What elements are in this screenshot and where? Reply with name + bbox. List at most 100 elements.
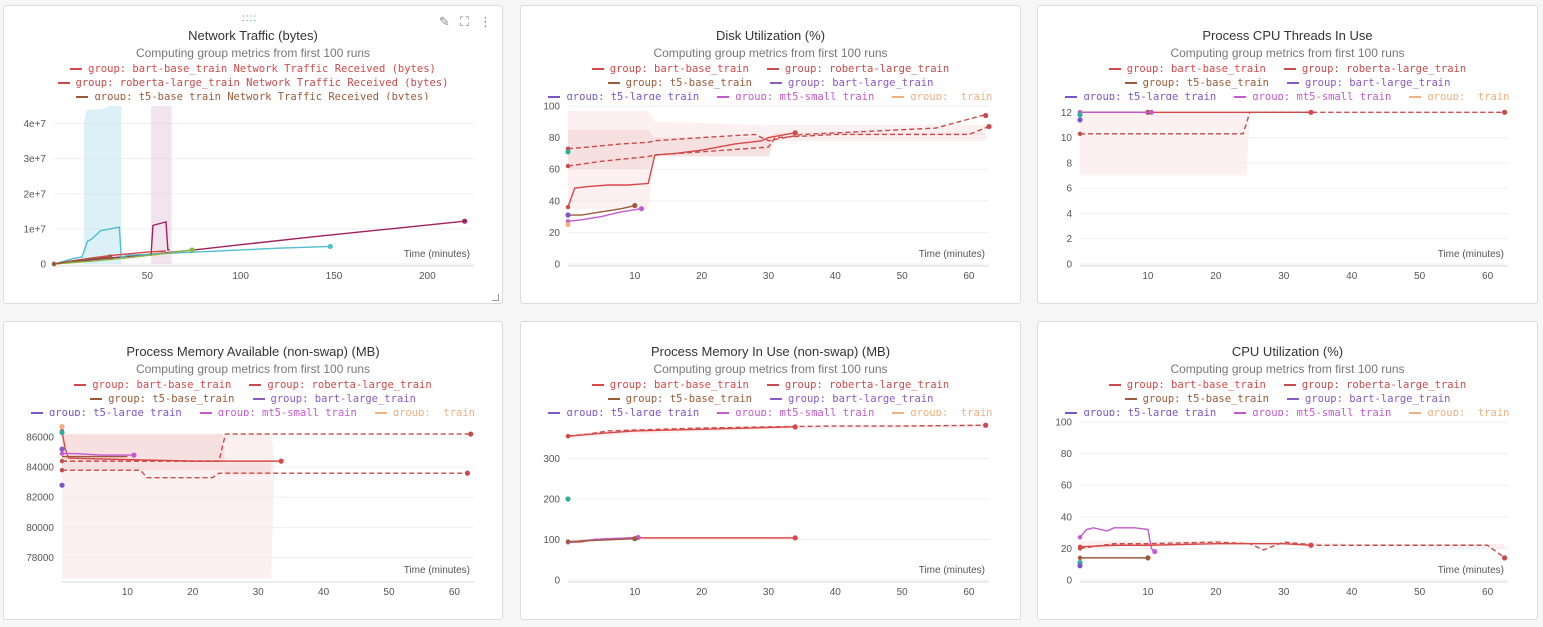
series-end-point [107, 254, 113, 260]
y-tick-label: 100 [543, 102, 560, 113]
y-tick-label: 4e+7 [23, 119, 46, 130]
resize-handle-icon[interactable] [492, 294, 499, 301]
x-tick-label: 10 [1142, 587, 1154, 598]
series-end-point [59, 446, 65, 452]
chart-svg[interactable]: 0 100 200 300 10 20 30 40 50 60 Time (minutes) [521, 322, 1021, 620]
x-tick-label: 40 [1346, 271, 1358, 282]
y-tick-label: 4 [1066, 209, 1072, 220]
x-tick-label: 10 [122, 587, 134, 598]
series-end-point [327, 243, 333, 250]
x-tick-label: 50 [1414, 271, 1426, 282]
x-tick-label: 200 [419, 271, 436, 282]
series-end-point [59, 423, 65, 430]
series-end-point [638, 206, 645, 212]
y-tick-label: 78000 [26, 553, 54, 564]
y-tick-label: 0 [554, 260, 560, 271]
series-end-point [59, 482, 65, 488]
chart-svg[interactable]: 0 20 40 60 80 100 10 20 30 40 50 60 Time (minutes) [521, 6, 1021, 304]
panel-cpu-threads[interactable]: Process CPU Threads In Use Computing gro… [1037, 5, 1538, 304]
series-end-point [792, 424, 798, 430]
x-tick-label: 30 [763, 587, 775, 598]
x-tick-label: 60 [1482, 587, 1494, 598]
x-tick-label: 60 [963, 587, 975, 598]
panel-network-traffic[interactable]: :::: ✎ ⛶ ⋮ Network Traffic (bytes) Compu… [3, 5, 503, 304]
series-end-point [565, 149, 571, 155]
series-start-point [1077, 555, 1083, 561]
series-end-point [278, 458, 284, 464]
y-tick-label: 86000 [26, 433, 54, 444]
panel-disk-utilization[interactable]: Disk Utilization (%) Computing group met… [520, 5, 1021, 304]
x-tick-label: 20 [1210, 587, 1222, 598]
series-end-point [565, 212, 571, 218]
x-tick-label: 20 [696, 587, 708, 598]
x-tick-label: 50 [897, 271, 909, 282]
series-start-point [51, 261, 57, 267]
y-tick-label: 60 [549, 165, 561, 176]
series-end-point [59, 429, 65, 436]
series-end-point [1077, 563, 1083, 569]
series-start-point [1077, 131, 1083, 137]
series-end-point [565, 221, 571, 228]
y-tick-label: 12 [1061, 108, 1073, 119]
series-start-point [565, 433, 571, 439]
series-end-point [1502, 109, 1508, 115]
series-start-point [59, 458, 65, 464]
series-end-point [632, 536, 638, 542]
chart-svg[interactable]: 78000 80000 82000 84000 86000 10 20 30 40 50 60 Tim… [4, 322, 503, 620]
y-tick-label: 20 [549, 228, 561, 239]
y-tick-label: 20 [1061, 544, 1073, 555]
series-end-point [565, 496, 571, 502]
panel-memory-available[interactable]: Process Memory Available (non-swap) (MB)… [3, 321, 503, 620]
series-start-point [59, 451, 65, 456]
series-end-point [1145, 555, 1151, 561]
y-tick-label: 0 [1066, 576, 1072, 587]
y-tick-label: 0 [1066, 260, 1072, 271]
y-tick-label: 6 [1066, 184, 1072, 195]
x-tick-label: 20 [1210, 271, 1222, 282]
y-tick-label: 300 [543, 454, 560, 465]
series-end-point [983, 112, 989, 119]
x-axis-label: Time (minutes) [919, 565, 985, 576]
series-end-point [792, 130, 798, 136]
x-tick-label: 30 [763, 271, 775, 282]
series-start-point [565, 204, 571, 210]
x-tick-label: 10 [1142, 271, 1154, 282]
series-end-point [462, 218, 468, 224]
x-axis-label: Time (minutes) [919, 249, 985, 260]
y-tick-label: 84000 [26, 463, 54, 474]
y-tick-label: 0 [554, 576, 560, 587]
y-tick-label: 60 [1061, 481, 1073, 492]
series-start-point [1077, 544, 1083, 550]
x-tick-label: 100 [232, 271, 249, 282]
series-end-point [1152, 548, 1158, 555]
y-tick-label: 80000 [26, 523, 54, 534]
x-tick-label: 40 [830, 587, 842, 598]
series-end-point [1148, 109, 1154, 115]
series-end-point [632, 202, 638, 209]
series-start-point [565, 539, 571, 544]
series-end-point [1077, 112, 1083, 118]
y-tick-label: 1e+7 [23, 224, 46, 235]
chart-svg[interactable]: 0 2 4 6 8 10 12 10 20 30 40 50 60 Time (minutes) [1038, 6, 1538, 304]
series-end-point [1502, 555, 1508, 561]
x-tick-label: 40 [318, 587, 330, 598]
x-tick-label: 30 [253, 587, 265, 598]
panel-cpu-utilization[interactable]: CPU Utilization (%) Computing group metr… [1037, 321, 1538, 620]
x-tick-label: 50 [1414, 587, 1426, 598]
x-tick-label: 150 [326, 271, 343, 282]
series-start-point [59, 467, 65, 473]
series-end-point [986, 123, 992, 130]
series-end-point [468, 431, 474, 437]
panel-memory-in-use[interactable]: Process Memory In Use (non-swap) (MB) Co… [520, 321, 1021, 620]
chart-svg[interactable]: 0 20 40 60 80 100 10 20 30 40 50 60 Time (minutes) [1038, 322, 1538, 620]
x-tick-label: 30 [1278, 271, 1290, 282]
series-end-point [983, 422, 989, 428]
range-band [1080, 112, 1505, 176]
y-tick-label: 100 [543, 535, 560, 546]
series-start-point [1077, 535, 1083, 540]
y-tick-label: 2 [1066, 234, 1072, 245]
chart-svg[interactable]: 0 1e+7 2e+7 3e+7 4e+7 50 100 150 200 Time (minute… [4, 6, 503, 304]
x-tick-label: 30 [1278, 587, 1290, 598]
y-tick-label: 80 [1061, 449, 1073, 460]
x-axis-label: Time (minutes) [1438, 565, 1504, 576]
